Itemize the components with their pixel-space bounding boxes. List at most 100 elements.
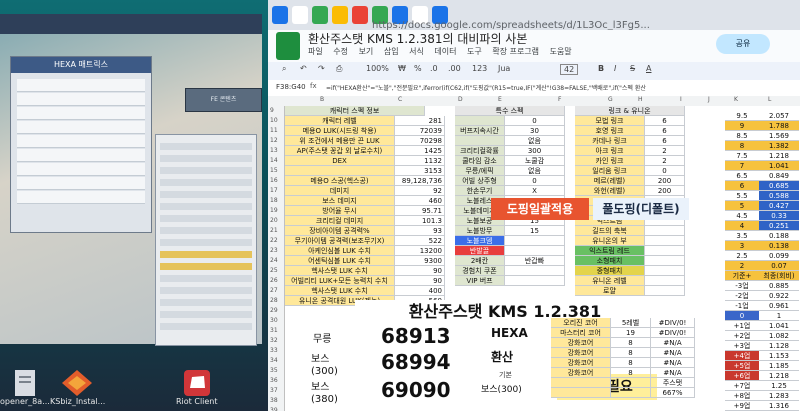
special-label[interactable]: 쿨타임 감소 (455, 156, 505, 166)
side-key[interactable]: 2.5 (725, 251, 759, 261)
link-label[interactable]: 길드의 축복 (575, 226, 645, 236)
core-level[interactable]: 19 (611, 328, 651, 338)
result-value[interactable]: 69090 (381, 378, 451, 402)
core-header[interactable]: 오리진 코어 (551, 318, 611, 328)
side-key[interactable]: +7업 (725, 381, 759, 391)
stat-value[interactable]: 101.3 (395, 216, 445, 226)
side-value[interactable]: 0.685 (759, 181, 799, 191)
column-header[interactable]: F (558, 96, 561, 103)
side-value[interactable]: 0.427 (759, 201, 799, 211)
side-key[interactable]: 2 (725, 261, 759, 271)
side-key[interactable]: +3업 (725, 341, 759, 351)
row-header[interactable]: 24 (270, 257, 278, 264)
stat-label[interactable]: 장비아이템 공격력% (285, 226, 395, 236)
row-header[interactable]: 18 (270, 197, 278, 204)
special-value[interactable] (505, 246, 565, 256)
section-header-special[interactable]: 특수 스펙 (455, 106, 565, 116)
hexa-row[interactable] (17, 93, 145, 106)
link-label[interactable]: 익스트림 레드 (575, 246, 645, 256)
link-label[interactable]: 소형패치 (575, 256, 645, 266)
stat-value[interactable]: 90 (395, 276, 445, 286)
row-header[interactable]: 27 (270, 287, 278, 294)
link-label[interactable]: 중형패치 (575, 266, 645, 276)
side-key[interactable]: +9업 (725, 401, 759, 411)
decimal-decrease-button[interactable]: .0 (430, 64, 438, 73)
row-header[interactable]: 15 (270, 167, 278, 174)
link-label[interactable]: 와헌(레벨) (575, 186, 645, 196)
decimal-increase-button[interactable]: .00 (448, 64, 461, 73)
side-key[interactable]: -3업 (725, 281, 759, 291)
special-label[interactable]: 버프지속시간 (455, 126, 505, 136)
link-value[interactable]: 2 (645, 146, 685, 156)
side-key[interactable]: 8 (725, 141, 759, 151)
stat-label[interactable]: 메용O LUK(시드링 착용) (285, 126, 395, 136)
column-header[interactable]: G (608, 96, 613, 103)
doc-title[interactable]: 환산주스탯 KMS 1.2.381의 대비파의 사본 (308, 30, 527, 47)
core-name[interactable] (551, 378, 611, 388)
stat-label[interactable]: 헥사스탯 LUK 수치 (285, 266, 395, 276)
side-value[interactable]: 0.885 (759, 281, 799, 291)
side-value[interactable]: 1.041 (759, 321, 799, 331)
stat-value[interactable]: 9300 (395, 256, 445, 266)
side-key[interactable]: +6업 (725, 371, 759, 381)
side-value[interactable]: 0.961 (759, 301, 799, 311)
special-label[interactable]: VIP 버프 (455, 276, 505, 286)
link-value[interactable]: 0 (645, 166, 685, 176)
core-level[interactable]: 8 (611, 368, 651, 378)
column-header[interactable]: E (498, 96, 502, 103)
side-key[interactable]: 3 (725, 241, 759, 251)
special-value[interactable]: 없음 (505, 166, 565, 176)
special-value[interactable]: 반갑빠 (505, 256, 565, 266)
core-result[interactable]: #N/A (651, 368, 695, 378)
special-value[interactable]: 없음 (505, 136, 565, 146)
side-key[interactable]: 6.5 (725, 171, 759, 181)
core-level[interactable] (611, 378, 651, 388)
apply-doping-button[interactable]: 도핑일괄적용 (491, 198, 589, 220)
stat-label[interactable]: 크리티컬 데미지 (285, 216, 395, 226)
stat-label[interactable]: 메용O 스공(헥스공) (285, 176, 395, 186)
side-value[interactable]: 1 (759, 311, 799, 321)
core-result[interactable]: 667% (651, 388, 695, 398)
row-header[interactable]: 37 (270, 387, 278, 394)
side-key[interactable]: 4 (725, 221, 759, 231)
row-header[interactable]: 30 (270, 317, 278, 324)
side-value[interactable]: 0.849 (759, 171, 799, 181)
font-size-input[interactable]: 42 (560, 64, 579, 75)
side-value[interactable]: 1.283 (759, 391, 799, 401)
stat-value[interactable]: 70298 (395, 136, 445, 146)
side-value[interactable]: 1.082 (759, 331, 799, 341)
stat-value[interactable]: 522 (395, 236, 445, 246)
stat-label[interactable]: 어센틱심볼 LUK 수치 (285, 256, 395, 266)
row-header[interactable]: 10 (270, 117, 278, 124)
row-header[interactable]: 21 (270, 227, 278, 234)
stat-value[interactable]: 3153 (395, 166, 445, 176)
stat-label[interactable]: 캐릭터 레벨 (285, 116, 395, 126)
special-label[interactable]: 어빌 상주형 (455, 176, 505, 186)
core-name[interactable] (551, 388, 611, 398)
side-key[interactable]: -1업 (725, 301, 759, 311)
row-header[interactable]: 25 (270, 267, 278, 274)
share-button[interactable]: 공유 (716, 34, 770, 54)
core-header[interactable]: #DIV/0! (651, 318, 695, 328)
special-label[interactable]: 한손무기 (455, 186, 505, 196)
row-header[interactable]: 38 (270, 397, 278, 404)
core-name[interactable]: 마스터리 코어 (551, 328, 611, 338)
link-label[interactable]: 유니온의 부 (575, 236, 645, 246)
row-header[interactable]: 14 (270, 157, 278, 164)
core-name[interactable]: 강화코어 (551, 338, 611, 348)
side-value[interactable]: 1.041 (759, 161, 799, 171)
side-value[interactable]: 1.128 (759, 341, 799, 351)
stat-window[interactable] (155, 134, 257, 346)
result-value[interactable]: 68994 (381, 350, 451, 374)
stat-value[interactable]: 72039 (395, 126, 445, 136)
number-format-button[interactable]: 123 (472, 64, 487, 73)
menu-data[interactable]: 데이터 (434, 47, 456, 56)
row-header[interactable]: 28 (270, 297, 278, 304)
link-label[interactable]: 카인 링크 (575, 156, 645, 166)
row-header[interactable]: 9 (270, 107, 274, 114)
side-value[interactable]: 0.922 (759, 291, 799, 301)
side-key[interactable]: 4.5 (725, 211, 759, 221)
side-key[interactable]: 9.5 (725, 111, 759, 121)
italic-icon[interactable]: I (614, 64, 616, 73)
row-header[interactable]: 29 (270, 307, 278, 314)
